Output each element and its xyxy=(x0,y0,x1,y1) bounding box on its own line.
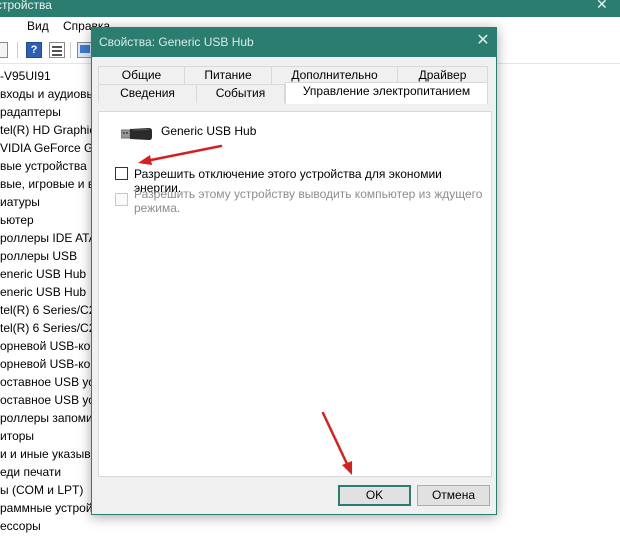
allow-wake-label-line2: режима. xyxy=(134,201,181,215)
toolbar-separator xyxy=(17,42,18,58)
device-tree: -V95UI91 входы и аудиовых радаптеры tel(… xyxy=(0,64,93,540)
tree-item[interactable]: и и иные указыв xyxy=(0,445,91,463)
tree-item[interactable]: eneric USB Hub xyxy=(0,265,86,283)
tree-item[interactable]: орневой USB-конт xyxy=(0,355,93,373)
tree-item[interactable]: входы и аудиовых xyxy=(0,85,93,103)
ok-button[interactable]: OK xyxy=(338,485,411,506)
properties-icon[interactable] xyxy=(49,42,65,58)
tab-power[interactable]: Питание xyxy=(184,66,272,85)
tree-item[interactable]: ессоры xyxy=(0,517,41,535)
toolbar-separator xyxy=(70,42,71,58)
properties-dialog: Свойства: Generic USB Hub ✕ Общие Питани… xyxy=(91,27,497,515)
tree-item[interactable]: роллеры USB xyxy=(0,247,77,265)
tree-item[interactable]: вые устройства xyxy=(0,157,87,175)
tree-item[interactable]: еди печати xyxy=(0,463,61,481)
dialog-titlebar[interactable]: Свойства: Generic USB Hub ✕ xyxy=(92,28,496,57)
device-manager-title: стройства xyxy=(0,0,52,12)
tree-item[interactable]: VIDIA GeForce GT. xyxy=(0,139,93,157)
tree-item[interactable]: оставное USB уст xyxy=(0,373,93,391)
tree-item[interactable]: tel(R) 6 Series/C20 xyxy=(0,319,93,337)
tree-item[interactable]: ы (COM и LPT) xyxy=(0,481,83,499)
toolbar-button-partial[interactable] xyxy=(0,42,8,58)
tree-item[interactable]: eneric USB Hub xyxy=(0,283,86,301)
tab-events[interactable]: События xyxy=(196,84,285,103)
tree-item[interactable]: ьютер xyxy=(0,211,34,229)
menu-view[interactable]: Вид xyxy=(27,19,49,33)
tree-item[interactable]: -V95UI91 xyxy=(0,67,51,85)
device-manager-close-icon[interactable]: ✕ xyxy=(596,0,608,11)
usb-plug-icon xyxy=(121,128,152,140)
allow-power-off-checkbox[interactable] xyxy=(115,167,128,180)
tree-item[interactable]: вые, игровые и в xyxy=(0,175,93,193)
tree-item[interactable]: оставное USB уст xyxy=(0,391,93,409)
device-name: Generic USB Hub xyxy=(161,124,257,138)
allow-wake-checkbox[interactable] xyxy=(115,193,128,206)
tree-item[interactable]: иатуры xyxy=(0,193,40,211)
close-icon[interactable]: ✕ xyxy=(476,33,490,50)
tree-item[interactable]: иторы xyxy=(0,427,34,445)
tree-item[interactable]: tel(R) 6 Series/C20 xyxy=(0,301,93,319)
power-management-panel: Generic USB Hub Разрешить отключение это… xyxy=(98,111,492,477)
tab-power-management[interactable]: Управление электропитанием xyxy=(285,82,488,104)
cancel-button[interactable]: Отмена xyxy=(417,485,490,506)
tree-item[interactable]: роллеры запоми xyxy=(0,409,93,427)
dialog-title: Свойства: Generic USB Hub xyxy=(99,35,254,49)
help-icon[interactable]: ? xyxy=(26,42,42,58)
tree-item[interactable]: радаптеры xyxy=(0,103,61,121)
tree-item[interactable]: орневой USB-конт xyxy=(0,337,93,355)
tree-item[interactable]: раммные устрой xyxy=(0,499,93,517)
tree-item[interactable]: роллеры IDE ATA/ xyxy=(0,229,93,247)
tree-item[interactable]: tel(R) HD Graphic xyxy=(0,121,93,139)
allow-wake-label-line1: Разрешить этому устройству выводить комп… xyxy=(134,187,483,201)
tab-general[interactable]: Общие xyxy=(98,66,185,85)
tab-details[interactable]: Сведения xyxy=(98,84,197,103)
device-manager-titlebar: стройства ✕ xyxy=(0,0,620,17)
